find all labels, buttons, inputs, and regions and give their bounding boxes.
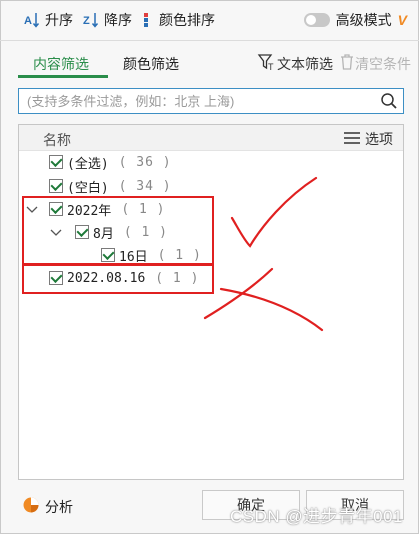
color-sort-label: 颜色排序 [159, 12, 215, 28]
sort-asc-button[interactable]: A 升序 [24, 8, 73, 32]
options-button[interactable]: 选项 [343, 129, 393, 149]
sort-desc-button[interactable]: Z 降序 [83, 8, 132, 32]
annotation-box-date-group [22, 196, 214, 265]
search-input[interactable] [19, 89, 369, 113]
item-count: ( 34 ) [118, 178, 172, 194]
svg-text:T: T [268, 62, 274, 72]
footer: 分析 确定 取消 CSDN @进步青年001 [0, 486, 419, 534]
menu-lines-icon [343, 131, 365, 148]
toolbar-divider [0, 40, 419, 41]
color-sort-icon [142, 11, 156, 29]
sort-ascending-icon: A [24, 11, 42, 29]
options-label: 选项 [365, 131, 393, 147]
value-list: 名称 选项 (全选) ( 36 ) (空白) ( 34 ) 2022年 ( 1 … [18, 124, 404, 480]
color-sort-button[interactable]: 颜色排序 [142, 8, 215, 32]
toggle-switch[interactable] [303, 13, 330, 27]
text-filter-button[interactable]: T 文本筛选 [257, 52, 333, 75]
watermark: CSDN @进步青年001 [229, 507, 403, 526]
tab-actions: T 文本筛选 清空条件 [251, 52, 411, 75]
search-icon[interactable] [380, 92, 398, 113]
analyze-button[interactable]: 分析 [22, 496, 73, 517]
column-name-header: 名称 [43, 132, 71, 148]
checkbox[interactable] [49, 179, 63, 193]
analyze-label: 分析 [45, 498, 73, 515]
vip-badge: V [397, 12, 407, 28]
list-item-blank[interactable]: (空白) ( 34 ) [49, 175, 172, 197]
trash-icon [339, 53, 355, 74]
checkbox[interactable] [49, 155, 63, 169]
item-name: (全选) [67, 156, 109, 172]
filter-tabs: 内容筛选 颜色筛选 T 文本筛选 清空条件 [0, 46, 419, 80]
tab-color-filter[interactable]: 颜色筛选 [123, 54, 179, 74]
clear-conditions-button[interactable]: 清空条件 [339, 53, 411, 74]
svg-text:A: A [24, 15, 32, 27]
active-tab-indicator [18, 75, 108, 78]
item-name: (空白) [67, 180, 109, 196]
tab-content-filter[interactable]: 内容筛选 [33, 54, 89, 74]
list-header: 名称 选项 [19, 125, 403, 151]
pie-chart-icon [22, 496, 45, 517]
item-count: ( 36 ) [118, 154, 172, 170]
search-box [18, 88, 404, 114]
funnel-icon: T [257, 52, 277, 75]
sort-desc-label: 降序 [104, 12, 132, 28]
svg-text:Z: Z [83, 15, 90, 27]
advanced-mode-label: 高级模式 [335, 12, 392, 28]
sort-descending-icon: Z [83, 11, 101, 29]
list-item-select-all[interactable]: (全选) ( 36 ) [49, 151, 172, 173]
sort-asc-label: 升序 [45, 12, 73, 28]
text-filter-label: 文本筛选 [277, 55, 333, 72]
advanced-mode-toggle[interactable]: 高级模式 V [303, 8, 407, 32]
clear-conditions-label: 清空条件 [355, 55, 411, 72]
annotation-box-text-date [22, 264, 214, 294]
